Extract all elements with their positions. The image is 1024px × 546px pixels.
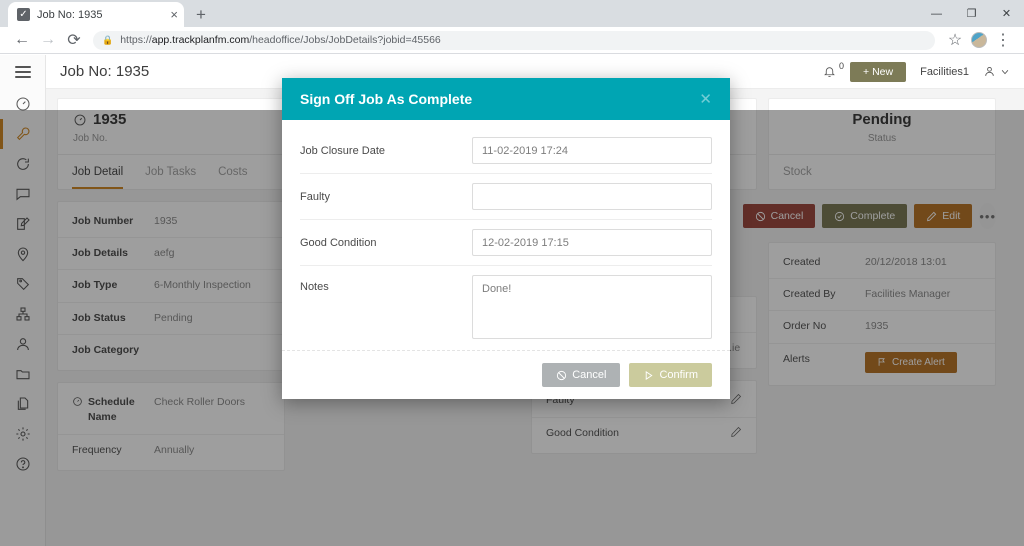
- window-minimize-button[interactable]: —: [919, 0, 954, 27]
- modal-title: Sign Off Job As Complete: [300, 91, 472, 107]
- address-bar-url: https://app.trackplanfm.com/headoffice/J…: [120, 34, 441, 46]
- bell-icon: [823, 65, 836, 78]
- new-tab-button[interactable]: +: [196, 6, 206, 27]
- url-path: /headoffice/Jobs/JobDetails?jobid=45566: [249, 34, 441, 46]
- field-label: Job Closure Date: [300, 145, 472, 157]
- modal-footer: Cancel Confirm: [282, 350, 730, 399]
- forward-icon[interactable]: →: [35, 28, 61, 52]
- browser-tab-strip: ✓ Job No: 1935 × + — ❐ ✕: [0, 0, 1024, 27]
- faulty-input[interactable]: [472, 183, 712, 210]
- chevron-down-icon: [1000, 67, 1010, 77]
- top-bar-right: 0 + New Facilities1: [823, 62, 1010, 82]
- hamburger-menu-icon[interactable]: [0, 55, 46, 89]
- address-bar[interactable]: 🔒 https://app.trackplanfm.com/headoffice…: [93, 31, 935, 50]
- browser-tab[interactable]: ✓ Job No: 1935 ×: [8, 2, 184, 27]
- good-condition-input[interactable]: [472, 229, 712, 256]
- job-closure-date-input[interactable]: [472, 137, 712, 164]
- sign-off-modal: Sign Off Job As Complete ✕ Job Closure D…: [282, 78, 730, 399]
- modal-cancel-button[interactable]: Cancel: [542, 363, 620, 387]
- modal-confirm-button[interactable]: Confirm: [629, 363, 712, 387]
- checkbox-checked-icon: ✓: [17, 8, 30, 21]
- back-icon[interactable]: ←: [9, 28, 35, 52]
- browser-toolbar: ← → ⟳ 🔒 https://app.trackplanfm.com/head…: [0, 27, 1024, 54]
- window-close-button[interactable]: ✕: [989, 0, 1024, 27]
- profile-avatar[interactable]: [967, 28, 991, 52]
- modal-header: Sign Off Job As Complete ✕: [282, 78, 730, 120]
- field-row-notes: Notes Done!: [300, 266, 712, 348]
- user-avatar-icon: [983, 65, 996, 78]
- field-label: Notes: [300, 275, 472, 293]
- modal-confirm-label: Confirm: [659, 369, 698, 381]
- play-triangle-icon: [643, 370, 654, 381]
- user-menu[interactable]: [983, 65, 1010, 78]
- user-name: Facilities1: [920, 66, 969, 78]
- window-maximize-button[interactable]: ❐: [954, 0, 989, 27]
- notification-count: 0: [839, 61, 844, 71]
- notifications-bell[interactable]: 0: [823, 65, 836, 78]
- field-row-job-closure-date: Job Closure Date: [300, 128, 712, 174]
- ban-circle-icon: [556, 370, 567, 381]
- url-scheme: https://: [120, 34, 152, 46]
- reload-icon[interactable]: ⟳: [61, 28, 87, 52]
- bookmark-star-icon[interactable]: ☆: [943, 28, 967, 52]
- close-icon[interactable]: ✕: [699, 92, 712, 107]
- close-icon[interactable]: ×: [170, 8, 178, 21]
- modal-cancel-label: Cancel: [572, 369, 606, 381]
- browser-menu-icon[interactable]: ⋮: [991, 28, 1015, 52]
- window-controls: — ❐ ✕: [919, 0, 1024, 27]
- new-button[interactable]: + New: [850, 62, 906, 82]
- modal-body: Job Closure Date Faulty Good Condition N…: [282, 120, 730, 350]
- field-label: Good Condition: [300, 237, 472, 249]
- url-host: app.trackplanfm.com: [152, 34, 249, 46]
- page-title: Job No: 1935: [60, 63, 149, 80]
- field-row-faulty: Faulty: [300, 174, 712, 220]
- notes-textarea[interactable]: Done!: [472, 275, 712, 339]
- browser-window: ✓ Job No: 1935 × + — ❐ ✕ ← → ⟳ 🔒 https:/…: [0, 0, 1024, 546]
- lock-icon: 🔒: [102, 35, 113, 46]
- field-label: Faulty: [300, 191, 472, 203]
- field-row-good-condition: Good Condition: [300, 220, 712, 266]
- browser-tab-title: Job No: 1935: [37, 9, 163, 21]
